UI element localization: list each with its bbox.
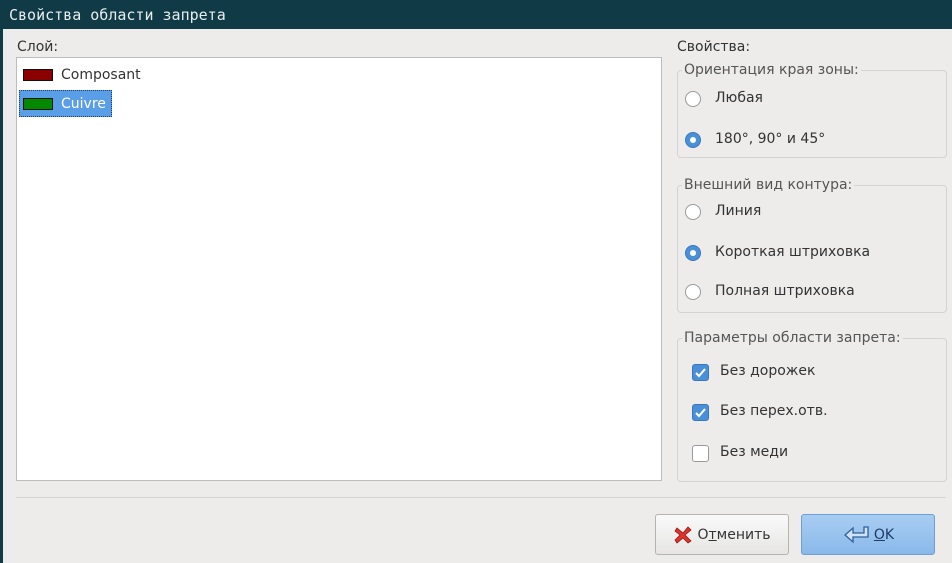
orientation-45-label[interactable]: 180°, 90° и 45° <box>715 131 825 147</box>
checkmark-icon <box>695 408 706 418</box>
separator <box>16 497 946 498</box>
orientation-45-radio[interactable] <box>685 132 701 148</box>
keepout-legend: Параметры области запрета: <box>682 330 903 346</box>
ok-label-accel: O <box>873 526 885 543</box>
no-copper-label[interactable]: Без меди <box>720 444 788 460</box>
layer-item-composant[interactable]: Composant <box>19 61 147 88</box>
checkmark-icon <box>695 368 706 378</box>
window-title: Свойства области запрета <box>0 0 952 29</box>
ok-button[interactable]: OK <box>801 514 935 555</box>
layer-color-swatch <box>23 68 53 81</box>
layer-item-label: Composant <box>61 66 141 83</box>
enter-arrow-icon <box>843 525 869 543</box>
outline-line-label[interactable]: Линия <box>715 203 761 219</box>
layer-list[interactable]: Composant Cuivre <box>16 57 662 481</box>
properties-label: Свойства: <box>677 39 751 55</box>
outline-full-hatch-label[interactable]: Полная штриховка <box>715 283 855 299</box>
layer-item-label: Cuivre <box>61 95 106 112</box>
ok-label-post: K <box>884 526 895 543</box>
cancel-label-pre: О <box>697 526 709 543</box>
no-tracks-label[interactable]: Без дорожек <box>720 363 816 379</box>
no-copper-checkbox[interactable] <box>692 445 709 462</box>
orientation-any-label[interactable]: Любая <box>715 90 763 106</box>
layer-color-swatch <box>23 97 53 110</box>
outline-legend: Внешний вид контура: <box>682 177 855 193</box>
layer-label: Слой: <box>17 39 59 55</box>
no-vias-checkbox[interactable] <box>692 404 709 421</box>
no-vias-label[interactable]: Без перех.отв. <box>720 403 828 419</box>
cancel-label-accel: т <box>708 526 717 543</box>
layer-item-cuivre[interactable]: Cuivre <box>19 90 112 117</box>
outline-short-hatch-label[interactable]: Короткая штриховка <box>715 244 870 260</box>
outline-full-hatch-radio[interactable] <box>685 284 701 300</box>
cancel-button[interactable]: От менить <box>655 514 789 555</box>
outline-short-hatch-radio[interactable] <box>685 245 701 261</box>
outline-line-radio[interactable] <box>685 204 701 220</box>
orientation-legend: Ориентация края зоны: <box>682 62 861 78</box>
window-border <box>0 29 3 563</box>
cancel-label-post: менить <box>716 526 771 543</box>
orientation-any-radio[interactable] <box>685 91 701 107</box>
red-x-icon <box>674 525 693 544</box>
no-tracks-checkbox[interactable] <box>692 364 709 381</box>
